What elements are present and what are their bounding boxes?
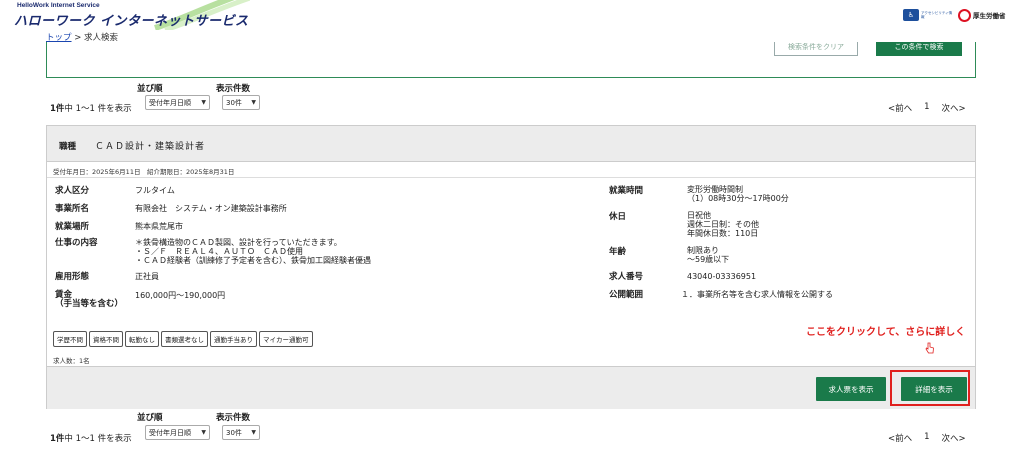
work-hours-line: （1）08時30分〜17時00分: [687, 194, 789, 203]
tag: 学歴不問: [53, 331, 87, 347]
ministry-logo[interactable]: 厚生労働省: [958, 7, 1014, 23]
sort-label: 並び順: [137, 84, 163, 94]
pagination: <前へ 1 次へ>: [888, 432, 966, 444]
company-label: 事業所名: [55, 204, 90, 214]
per-page-select-value: 30件: [226, 428, 242, 437]
employment-label: 雇用形態: [55, 272, 90, 282]
kyujin-kubun-value: フルタイム: [135, 186, 175, 195]
divider: [47, 177, 975, 178]
job-number-value: 43040-03336951: [687, 272, 757, 281]
pager-page[interactable]: 1: [924, 432, 929, 444]
per-page-select[interactable]: 30件 ▼: [222, 425, 260, 440]
tag: マイカー通勤可: [259, 331, 313, 347]
occupation-value: ＣＡＤ設計・建築設計者: [95, 142, 206, 152]
per-page-label: 表示件数: [216, 413, 251, 423]
accessibility-badge[interactable]: ♿ アクセシビリティ情報: [903, 8, 955, 22]
sort-select[interactable]: 受付年月日順 ▼: [145, 95, 210, 110]
sort-select-value: 受付年月日順: [149, 428, 191, 437]
hand-pointer-icon: [925, 342, 934, 354]
sort-label: 並び順: [137, 413, 163, 423]
per-page-label: 表示件数: [216, 84, 251, 94]
pager-prev[interactable]: <前へ: [888, 432, 912, 444]
holidays-line: 年間休日数：110日: [687, 229, 759, 238]
job-tags: 学歴不問 資格不問 転勤なし 書類選考なし 通勤手当あり マイカー通勤可: [53, 331, 313, 347]
pager-prev[interactable]: <前へ: [888, 102, 912, 114]
location-label: 就業場所: [55, 222, 90, 232]
kyujin-kubun-label: 求人区分: [55, 186, 90, 196]
ministry-emblem-icon: [958, 8, 971, 22]
chevron-down-icon: ▼: [251, 99, 256, 106]
per-page-select-value: 30件: [226, 98, 242, 107]
employment-value: 正社員: [135, 272, 159, 281]
chevron-down-icon: ▼: [251, 429, 256, 436]
occupation-label: 職種: [59, 142, 77, 152]
wage-label-sub: （手当等を含む）: [55, 299, 124, 309]
per-page-select[interactable]: 30件 ▼: [222, 95, 260, 110]
site-logo[interactable]: ハローワーク インターネットサービス: [14, 10, 249, 29]
job-number-label: 求人番号: [609, 272, 644, 282]
job-content-line: ・ＣＡＤ経験者（訓練修了予定者を含む）、鉄骨加工図経験者優遇: [135, 256, 371, 265]
site-header: HelloWork Internet Service ハローワーク インターネッ…: [0, 0, 1024, 30]
disclosure-label: 公開範囲: [609, 290, 644, 300]
search-button[interactable]: この条件で検索: [876, 42, 962, 56]
ministry-name: 厚生労働省: [973, 12, 1006, 20]
job-card-header: 職種 ＣＡＤ設計・建築設計者: [47, 126, 975, 162]
tag: 通勤手当あり: [210, 331, 257, 347]
age-line: 〜59歳以下: [687, 255, 730, 264]
job-card: 職種 ＣＡＤ設計・建築設計者 受付年月日：2025年6月11日 紹介期限日：20…: [46, 125, 976, 409]
disclosure-value: １．事業所名等を含む求人情報を公開する: [681, 290, 833, 299]
wage-value: 160,000円〜190,000円: [135, 291, 226, 300]
holidays-label: 休日: [609, 212, 627, 222]
company-value: 有限会社 システム・オン建築設計事務所: [135, 204, 287, 213]
pager-page[interactable]: 1: [924, 102, 929, 114]
pagination: <前へ 1 次へ>: [888, 102, 966, 114]
clear-conditions-button[interactable]: 検索条件をクリア: [774, 42, 858, 56]
hires-count: 求人数：1名: [53, 357, 90, 365]
job-content-label: 仕事の内容: [55, 238, 98, 248]
tag: 書類選考なし: [161, 331, 208, 347]
age-label: 年齢: [609, 247, 627, 257]
accessibility-badge-text: アクセシビリティ情報: [921, 11, 953, 19]
work-hours-label: 就業時間: [609, 186, 644, 196]
result-count: 1件中 1〜1 件を表示: [50, 104, 132, 114]
logo-subtitle: HelloWork Internet Service: [17, 2, 100, 9]
annotation-text: ここをクリックして、さらに詳しく: [806, 327, 966, 338]
sort-select-value: 受付年月日順: [149, 98, 191, 107]
accessibility-icon: ♿: [903, 9, 919, 21]
job-dates: 受付年月日：2025年6月11日 紹介期限日：2025年8月31日: [53, 168, 235, 176]
sort-select[interactable]: 受付年月日順 ▼: [145, 425, 210, 440]
result-count: 1件中 1〜1 件を表示: [50, 434, 132, 444]
job-card-footer: 求人票を表示 詳細を表示: [47, 366, 975, 409]
pager-next[interactable]: 次へ>: [942, 102, 966, 114]
location-value: 熊本県荒尾市: [135, 222, 183, 231]
tag: 資格不問: [89, 331, 123, 347]
tag: 転勤なし: [125, 331, 159, 347]
annotation-highlight-box: [890, 370, 970, 406]
chevron-down-icon: ▼: [201, 429, 206, 436]
show-job-sheet-button[interactable]: 求人票を表示: [816, 377, 886, 401]
chevron-down-icon: ▼: [201, 99, 206, 106]
pager-next[interactable]: 次へ>: [942, 432, 966, 444]
